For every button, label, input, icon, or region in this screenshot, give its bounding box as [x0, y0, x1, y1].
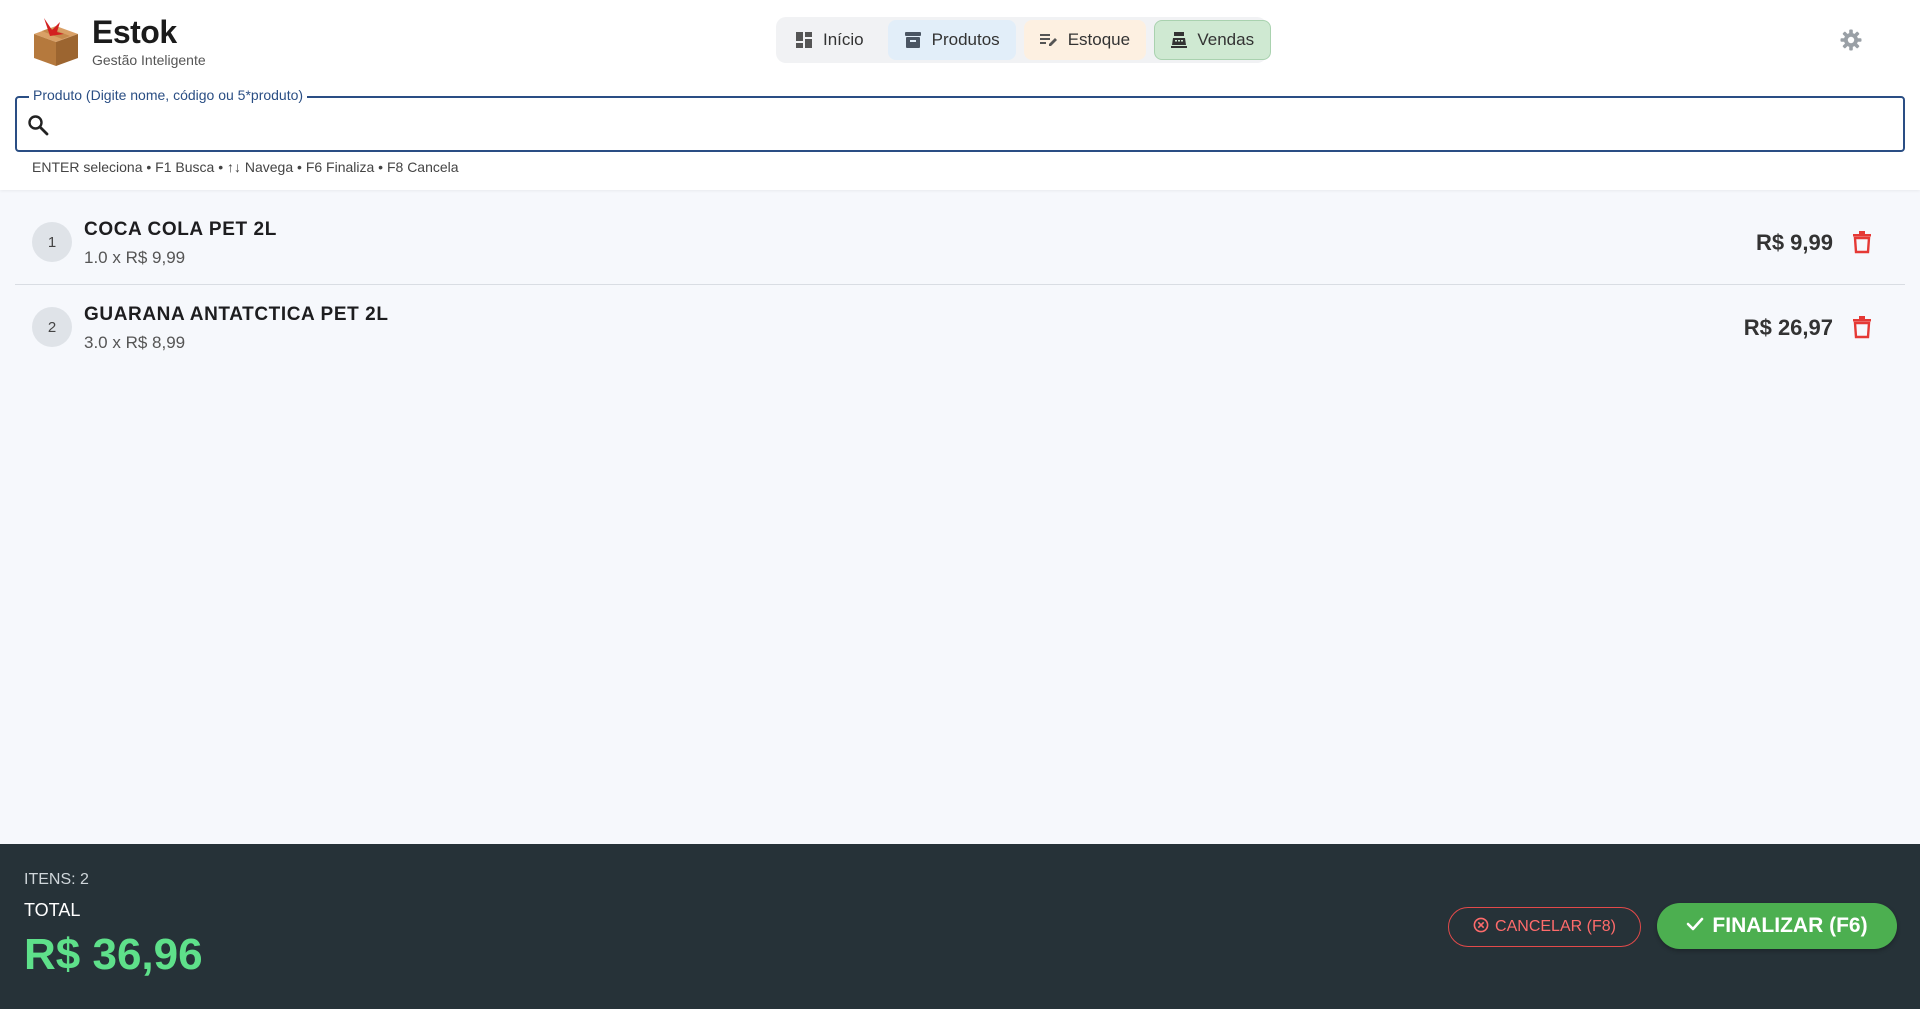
item-quantity-price: 3.0 x R$ 8,99	[84, 333, 186, 352]
finalize-sale-label: FINALIZAR (F6)	[1712, 914, 1868, 937]
tab-inicio[interactable]: Início	[779, 20, 880, 60]
search-input[interactable]	[59, 106, 1889, 142]
main-nav: Início Produtos Estoque Vendas	[776, 17, 1272, 63]
keyboard-shortcuts-hint: ENTER seleciona • F1 Busca • ↑↓ Navega •…	[32, 159, 459, 175]
total-label: TOTAL	[24, 900, 81, 920]
list-item[interactable]: 1 COCA COLA PET 2L 1.0 x R$ 9,99 R$ 9,99	[15, 200, 1905, 285]
item-quantity-price: 1.0 x R$ 9,99	[84, 248, 186, 267]
brand-subtitle: Gestão Inteligente	[92, 52, 206, 68]
app-root: Estok Gestão Inteligente Início Produtos	[0, 0, 1920, 1009]
tab-produtos[interactable]: Produtos	[887, 20, 1016, 60]
search-icon	[27, 114, 49, 136]
finalize-sale-button[interactable]: FINALIZAR (F6)	[1657, 903, 1897, 949]
item-name: GUARANA ANTATCTICA PET 2L	[84, 304, 389, 325]
box-logo-icon	[30, 14, 82, 68]
tab-produtos-label: Produtos	[931, 30, 1000, 49]
item-number-badge: 1	[32, 222, 72, 262]
search-label: Produto (Digite nome, código ou 5*produt…	[29, 87, 308, 103]
gear-icon[interactable]	[1839, 28, 1863, 52]
header: Estok Gestão Inteligente Início Produtos	[0, 0, 1920, 190]
item-total: R$ 9,99	[1755, 230, 1833, 255]
list-item[interactable]: 2 GUARANA ANTATCTICA PET 2L 3.0 x R$ 8,9…	[15, 285, 1905, 370]
sale-summary-footer: ITENS: 2 TOTAL R$ 36,96 CANCELAR (F8) FI…	[0, 844, 1920, 1009]
archive-icon	[904, 31, 922, 49]
sale-items-list: 1 COCA COLA PET 2L 1.0 x R$ 9,99 R$ 9,99…	[15, 200, 1905, 370]
tab-estoque-label: Estoque	[1067, 30, 1131, 49]
tab-vendas[interactable]: Vendas	[1154, 20, 1272, 60]
total-amount: R$ 36,96	[24, 930, 203, 979]
brand: Estok Gestão Inteligente	[30, 14, 206, 74]
item-total: R$ 26,97	[1743, 315, 1833, 340]
items-count: ITENS: 2	[24, 871, 89, 888]
tab-estoque[interactable]: Estoque	[1023, 20, 1147, 60]
cancel-sale-label: CANCELAR (F8)	[1495, 918, 1616, 935]
check-icon	[1686, 914, 1704, 938]
item-name: COCA COLA PET 2L	[84, 219, 277, 240]
cancel-sale-button[interactable]: CANCELAR (F8)	[1448, 907, 1641, 947]
tab-vendas-label: Vendas	[1197, 30, 1255, 49]
dashboard-icon	[795, 31, 813, 49]
cash-register-icon	[1171, 31, 1188, 49]
brand-title: Estok	[92, 14, 177, 50]
delete-icon[interactable]	[1851, 315, 1873, 339]
tab-inicio-label: Início	[823, 30, 864, 49]
item-number-badge: 2	[32, 307, 72, 347]
product-search-field[interactable]: Produto (Digite nome, código ou 5*produt…	[15, 87, 1905, 152]
edit-list-icon	[1039, 31, 1058, 49]
cancel-circle-icon	[1473, 917, 1489, 938]
delete-icon[interactable]	[1851, 230, 1873, 254]
